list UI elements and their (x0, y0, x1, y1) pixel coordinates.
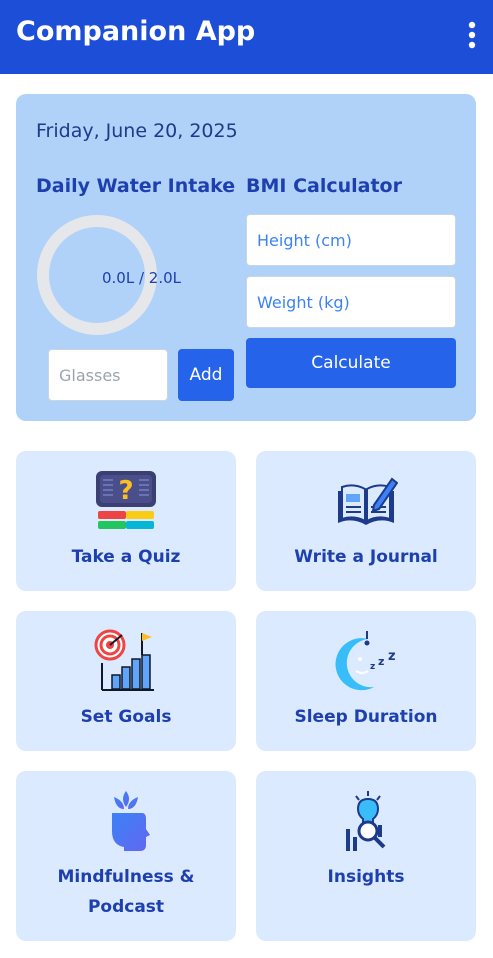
tile-set-goals[interactable]: Set Goals (16, 611, 236, 751)
water-intake-title: Daily Water Intake (36, 175, 236, 197)
quiz-icon: ? (94, 469, 158, 533)
add-water-button[interactable]: Add (178, 349, 234, 401)
bmi-calculator-title: BMI Calculator (246, 175, 402, 197)
tile-mindfulness-podcast[interactable]: Mindfulness & Podcast (16, 771, 236, 941)
tile-insights[interactable]: Insights (256, 771, 476, 941)
water-intake-value: 0.0L / 2.0L (102, 269, 182, 287)
insights-icon (334, 789, 398, 853)
svg-text:z: z (378, 655, 384, 668)
more-vert-icon[interactable] (460, 20, 484, 52)
height-input[interactable] (246, 214, 456, 266)
tile-label: Insights (327, 867, 405, 887)
journal-icon (334, 469, 398, 533)
weight-input[interactable] (246, 276, 456, 328)
mindfulness-icon (94, 789, 158, 853)
tile-label: Sleep Duration (294, 707, 438, 727)
tile-write-journal[interactable]: Write a Journal (256, 451, 476, 591)
app-title: Companion App (16, 16, 256, 47)
tile-label: Take a Quiz (71, 547, 181, 567)
date-label: Friday, June 20, 2025 (36, 120, 238, 142)
sleep-icon: z z z (334, 629, 398, 693)
calculate-bmi-button[interactable]: Calculate (246, 338, 456, 388)
app-bar: Companion App (0, 0, 493, 74)
tile-label-line2: Podcast (87, 897, 165, 917)
svg-text:z: z (388, 649, 396, 664)
tile-take-quiz[interactable]: ? Take a Quiz (16, 451, 236, 591)
tile-label: Set Goals (80, 707, 172, 727)
tile-label-line1: Mindfulness & (57, 867, 195, 887)
svg-text:z: z (370, 662, 375, 672)
tile-label: Write a Journal (294, 547, 438, 567)
svg-text:?: ? (118, 476, 133, 506)
tile-sleep-duration[interactable]: z z z Sleep Duration (256, 611, 476, 751)
goals-icon (94, 629, 158, 693)
summary-card: Friday, June 20, 2025 Daily Water Intake… (16, 94, 476, 421)
glasses-input[interactable] (48, 349, 168, 401)
